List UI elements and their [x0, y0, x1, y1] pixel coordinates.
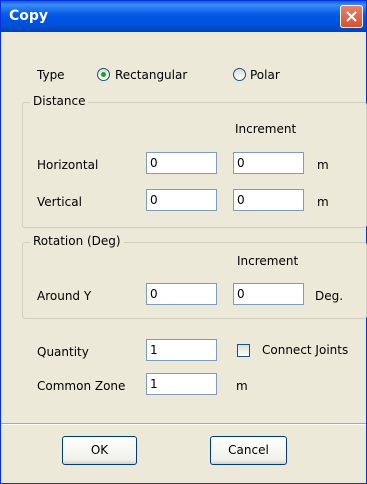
copy-dialog: Copy Type Rectangular Polar Distance Inc… [0, 0, 367, 484]
horizontal-increment-input[interactable]: 0 [233, 152, 304, 174]
radio-polar-label[interactable]: Polar [250, 68, 280, 82]
distance-legend: Distance [30, 94, 89, 108]
vertical-unit: m [317, 195, 329, 209]
common-zone-label: Common Zone [37, 379, 126, 393]
rotation-increment-header: Increment [237, 254, 299, 268]
radio-rectangular-label[interactable]: Rectangular [115, 68, 187, 82]
button-separator [1, 423, 366, 425]
horizontal-label: Horizontal [37, 158, 99, 172]
around-y-label: Around Y [37, 289, 92, 303]
close-button[interactable] [340, 5, 363, 28]
quantity-input[interactable]: 1 [146, 339, 217, 361]
vertical-label: Vertical [37, 195, 82, 209]
title-bar[interactable]: Copy [1, 1, 366, 32]
radio-rectangular[interactable] [97, 68, 110, 81]
radio-selected-dot [101, 72, 106, 77]
around-y-unit: Deg. [315, 289, 344, 303]
type-label: Type [37, 68, 65, 82]
around-y-input[interactable]: 0 [146, 283, 217, 305]
vertical-increment-input[interactable]: 0 [233, 189, 304, 211]
cancel-button[interactable]: Cancel [210, 436, 287, 465]
distance-increment-header: Increment [235, 122, 297, 136]
radio-polar[interactable] [233, 68, 246, 81]
horizontal-input[interactable]: 0 [146, 152, 217, 174]
horizontal-unit: m [317, 158, 329, 172]
rotation-group [22, 242, 367, 319]
connect-joints-checkbox[interactable] [237, 344, 250, 357]
connect-joints-label[interactable]: Connect Joints [262, 343, 348, 357]
rotation-legend: Rotation (Deg) [30, 234, 124, 248]
close-icon [346, 11, 357, 22]
common-zone-input[interactable]: 1 [146, 373, 217, 395]
window-title: Copy [9, 8, 49, 24]
around-y-increment-input[interactable]: 0 [233, 283, 304, 305]
quantity-label: Quantity [37, 345, 89, 359]
vertical-input[interactable]: 0 [146, 189, 217, 211]
ok-button[interactable]: OK [62, 436, 137, 465]
common-zone-unit: m [236, 379, 248, 393]
